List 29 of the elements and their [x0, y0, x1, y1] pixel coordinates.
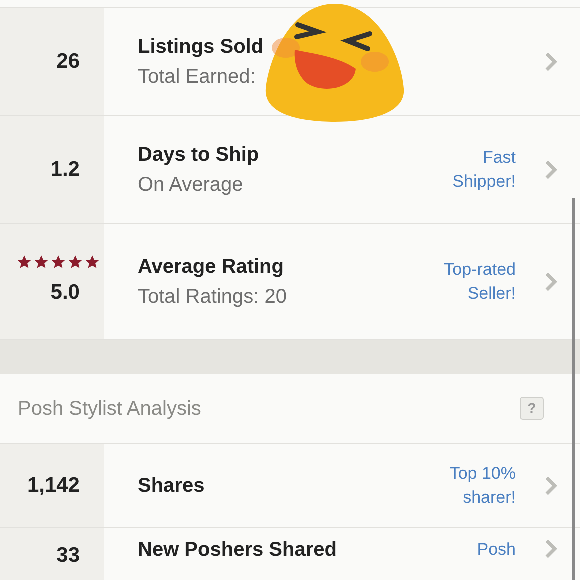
stat-title: Average Rating: [138, 254, 285, 278]
achievement-label: Top 10% sharer!: [448, 462, 516, 508]
stat-value: 26: [56, 48, 80, 75]
stat-subtitle: Total Ratings: 20: [138, 284, 288, 308]
chevron-right-icon: [544, 50, 558, 72]
star-icon: [68, 254, 83, 269]
star-icon: [34, 254, 49, 269]
section-title: Posh Stylist Analysis: [18, 396, 202, 422]
chevron-right-icon: [544, 474, 558, 496]
star-icon: [17, 254, 32, 269]
stat-subtitle: Total Earned:: [138, 64, 257, 88]
chevron-right-icon: [544, 538, 558, 560]
stat-value: 33: [56, 543, 80, 569]
stat-title: Shares: [138, 474, 206, 498]
stat-subtitle: On Average: [138, 172, 244, 196]
achievement-label: Fast Shipper!: [452, 146, 516, 192]
achievement-label: Posh: [476, 539, 516, 561]
stat-title: Listings Sold: [138, 34, 265, 58]
star-icon: [51, 254, 66, 269]
star-icon: [85, 254, 100, 269]
achievement-label: Top-rated Seller!: [443, 258, 516, 304]
scrollbar[interactable]: [572, 198, 575, 580]
chevron-right-icon: [544, 270, 558, 292]
stat-value: 1.2: [50, 156, 80, 183]
chevron-right-icon: [544, 158, 558, 180]
stat-value: 5.0: [50, 280, 80, 306]
stat-title: New Poshers Shared: [138, 538, 338, 562]
stat-title: Days to Ship: [138, 142, 260, 166]
stat-value: 1,142: [27, 472, 80, 499]
